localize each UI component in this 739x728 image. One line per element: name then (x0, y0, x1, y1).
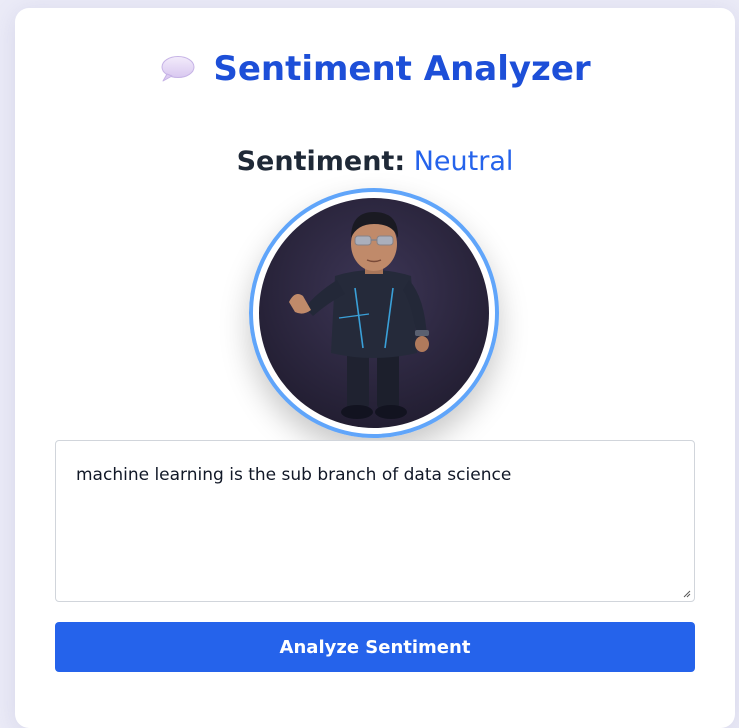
sentiment-label: Sentiment: (236, 146, 406, 177)
resize-grip-icon[interactable] (683, 590, 691, 598)
header: Sentiment Analyzer (15, 52, 735, 86)
text-input[interactable]: machine learning is the sub branch of da… (55, 440, 695, 602)
character-avatar-icon (259, 198, 489, 428)
avatar (249, 188, 499, 438)
sentiment-result: Sentiment: Neutral (15, 146, 735, 178)
sentiment-value: Neutral (413, 146, 514, 177)
page-title: Sentiment Analyzer (213, 49, 591, 89)
avatar-container (249, 188, 499, 438)
speech-bubble-icon (161, 56, 195, 82)
analyzer-card: Sentiment Analyzer Sentiment: Neutral ma… (15, 8, 735, 728)
analyze-sentiment-button[interactable]: Analyze Sentiment (55, 622, 695, 672)
